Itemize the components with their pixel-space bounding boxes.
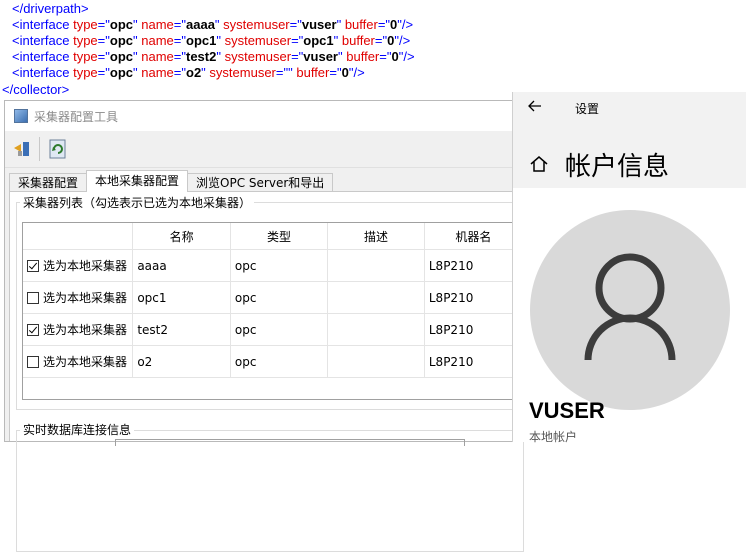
table-row[interactable]: 选为本地采集器 test2 opc L8P210 [23, 313, 523, 346]
type-cell[interactable]: opc [230, 281, 329, 314]
collector-config-window: 采集器配置工具 采集器配置 本地采集器配置 浏览OPC Server和导出 采集… [4, 100, 524, 552]
machine-cell[interactable]: L8P210 [424, 313, 523, 346]
tab-collector-config[interactable]: 采集器配置 [9, 173, 88, 192]
tab-strip: 采集器配置 本地采集器配置 浏览OPC Server和导出 [9, 170, 334, 192]
name-cell[interactable]: aaaa [132, 249, 231, 282]
select-cell[interactable]: 选为本地采集器 [23, 281, 134, 314]
import-button[interactable] [11, 137, 35, 161]
collector-table: 名称 类型 描述 机器名 选为本地采集器 aaaa opc L8P210 选为本地采集器… [23, 223, 523, 378]
window-title: 采集器配置工具 [34, 109, 119, 124]
select-label: 选为本地采集器 [43, 323, 128, 337]
user-name: VUSER [529, 398, 605, 423]
desc-cell[interactable] [327, 345, 425, 378]
column-header-name[interactable]: 名称 [132, 223, 231, 250]
settings-title: 设置 [575, 102, 600, 116]
collector-table-header: 名称 类型 描述 机器名 [23, 223, 523, 250]
rtdb-server-input[interactable] [115, 439, 465, 446]
select-label: 选为本地采集器 [43, 291, 128, 305]
desc-cell[interactable] [327, 313, 425, 346]
toolbar [5, 131, 523, 168]
name-cell[interactable]: opc1 [132, 281, 231, 314]
type-cell[interactable]: opc [230, 249, 329, 282]
select-cell[interactable]: 选为本地采集器 [23, 345, 134, 378]
rtdb-group-label: 实时数据库连接信息 [20, 421, 135, 438]
table-row[interactable]: 选为本地采集器 opc1 opc L8P210 [23, 281, 523, 314]
xml-line-collector-close: </collector> [2, 82, 70, 97]
person-icon [584, 253, 676, 361]
select-label: 选为本地采集器 [43, 259, 128, 273]
desc-cell[interactable] [327, 249, 425, 282]
column-header-desc[interactable]: 描述 [327, 223, 425, 250]
machine-cell[interactable]: L8P210 [424, 281, 523, 314]
refresh-button[interactable] [46, 137, 70, 161]
xml-line-interface: <interface type="opc" name="opc1" system… [12, 33, 411, 48]
home-icon [530, 156, 548, 172]
column-header-select[interactable] [23, 223, 134, 250]
column-header-type[interactable]: 类型 [230, 223, 329, 250]
import-icon [14, 142, 29, 156]
xml-line-interface: <interface type="opc" name="test2" syste… [12, 49, 415, 64]
settings-window: 设置 帐户信息 VUSER 本地帐户 [512, 92, 746, 444]
table-row[interactable]: 选为本地采集器 o2 opc L8P210 [23, 345, 523, 378]
app-icon [14, 109, 28, 123]
xml-line-interface: <interface type="opc" name="aaaa" system… [12, 17, 414, 32]
select-cell[interactable]: 选为本地采集器 [23, 249, 134, 282]
xml-editor-background: </driverpath> <interface type="opc" name… [0, 0, 746, 100]
arrow-left-icon [528, 100, 541, 112]
select-checkbox[interactable] [27, 323, 39, 336]
collector-group-label: 采集器列表（勾选表示已选为本地采集器） [20, 194, 255, 211]
machine-cell[interactable]: L8P210 [424, 249, 523, 282]
avatar[interactable] [530, 210, 730, 410]
collector-grid[interactable]: 名称 类型 描述 机器名 选为本地采集器 aaaa opc L8P210 选为本地采集器… [22, 222, 524, 400]
select-checkbox[interactable] [27, 355, 39, 368]
name-cell[interactable]: o2 [132, 345, 231, 378]
tab-panel: 采集器列表（勾选表示已选为本地采集器） 名称 类型 描述 机器名 选为本地采集器… [9, 191, 524, 552]
select-label: 选为本地采集器 [43, 355, 128, 369]
rtdb-group-box [16, 430, 524, 552]
user-account-type: 本地帐户 [529, 430, 578, 444]
select-checkbox[interactable] [27, 259, 39, 272]
xml-line-interface: <interface type="opc" name="o2" systemus… [12, 65, 365, 80]
tab-local-collector-config[interactable]: 本地采集器配置 [86, 170, 189, 192]
table-row[interactable]: 选为本地采集器 aaaa opc L8P210 [23, 249, 523, 282]
desc-cell[interactable] [327, 281, 425, 314]
back-button[interactable] [527, 98, 547, 118]
settings-header: 设置 帐户信息 [513, 92, 746, 188]
page-heading: 帐户信息 [565, 152, 670, 182]
name-cell[interactable]: test2 [132, 313, 231, 346]
window-titlebar: 采集器配置工具 [5, 101, 523, 131]
machine-cell[interactable]: L8P210 [424, 345, 523, 378]
xml-line-driverpath: </driverpath> [12, 1, 89, 16]
tab-browse-opc-server[interactable]: 浏览OPC Server和导出 [187, 173, 334, 192]
column-header-machine[interactable]: 机器名 [424, 223, 523, 250]
refresh-icon [49, 139, 66, 159]
select-cell[interactable]: 选为本地采集器 [23, 313, 134, 346]
type-cell[interactable]: opc [230, 345, 329, 378]
type-cell[interactable]: opc [230, 313, 329, 346]
select-checkbox[interactable] [27, 291, 39, 304]
toolbar-separator [39, 137, 40, 161]
